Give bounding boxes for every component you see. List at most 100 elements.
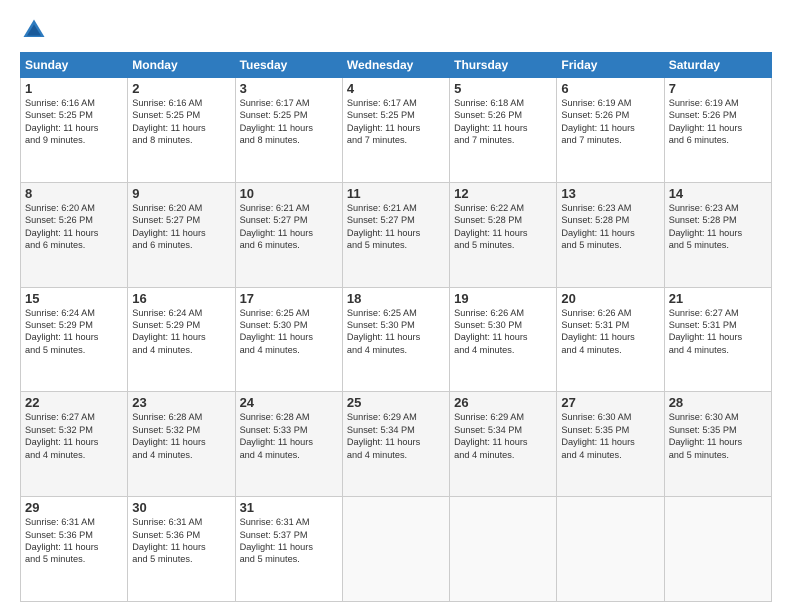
cell-info: Sunrise: 6:17 AM Sunset: 5:25 PM Dayligh…: [347, 97, 445, 147]
day-number: 4: [347, 81, 445, 96]
day-number: 16: [132, 291, 230, 306]
day-number: 9: [132, 186, 230, 201]
page: SundayMondayTuesdayWednesdayThursdayFrid…: [0, 0, 792, 612]
cell-info: Sunrise: 6:29 AM Sunset: 5:34 PM Dayligh…: [347, 411, 445, 461]
calendar-cell: 30 Sunrise: 6:31 AM Sunset: 5:36 PM Dayl…: [128, 497, 235, 602]
calendar-cell: 16 Sunrise: 6:24 AM Sunset: 5:29 PM Dayl…: [128, 287, 235, 392]
calendar-cell: 15 Sunrise: 6:24 AM Sunset: 5:29 PM Dayl…: [21, 287, 128, 392]
calendar-cell: 1 Sunrise: 6:16 AM Sunset: 5:25 PM Dayli…: [21, 78, 128, 183]
calendar-header-thursday: Thursday: [450, 53, 557, 78]
cell-info: Sunrise: 6:27 AM Sunset: 5:31 PM Dayligh…: [669, 307, 767, 357]
day-number: 14: [669, 186, 767, 201]
calendar-cell: 14 Sunrise: 6:23 AM Sunset: 5:28 PM Dayl…: [664, 182, 771, 287]
cell-info: Sunrise: 6:30 AM Sunset: 5:35 PM Dayligh…: [669, 411, 767, 461]
calendar-week-5: 29 Sunrise: 6:31 AM Sunset: 5:36 PM Dayl…: [21, 497, 772, 602]
cell-info: Sunrise: 6:16 AM Sunset: 5:25 PM Dayligh…: [25, 97, 123, 147]
day-number: 26: [454, 395, 552, 410]
calendar-table: SundayMondayTuesdayWednesdayThursdayFrid…: [20, 52, 772, 602]
day-number: 21: [669, 291, 767, 306]
day-number: 28: [669, 395, 767, 410]
calendar-cell: 18 Sunrise: 6:25 AM Sunset: 5:30 PM Dayl…: [342, 287, 449, 392]
day-number: 7: [669, 81, 767, 96]
calendar-cell: 25 Sunrise: 6:29 AM Sunset: 5:34 PM Dayl…: [342, 392, 449, 497]
cell-info: Sunrise: 6:20 AM Sunset: 5:26 PM Dayligh…: [25, 202, 123, 252]
calendar-cell: 23 Sunrise: 6:28 AM Sunset: 5:32 PM Dayl…: [128, 392, 235, 497]
day-number: 18: [347, 291, 445, 306]
calendar-cell: 5 Sunrise: 6:18 AM Sunset: 5:26 PM Dayli…: [450, 78, 557, 183]
cell-info: Sunrise: 6:19 AM Sunset: 5:26 PM Dayligh…: [561, 97, 659, 147]
day-number: 20: [561, 291, 659, 306]
day-number: 10: [240, 186, 338, 201]
cell-info: Sunrise: 6:31 AM Sunset: 5:36 PM Dayligh…: [132, 516, 230, 566]
calendar-cell: 26 Sunrise: 6:29 AM Sunset: 5:34 PM Dayl…: [450, 392, 557, 497]
cell-info: Sunrise: 6:26 AM Sunset: 5:30 PM Dayligh…: [454, 307, 552, 357]
cell-info: Sunrise: 6:27 AM Sunset: 5:32 PM Dayligh…: [25, 411, 123, 461]
cell-info: Sunrise: 6:18 AM Sunset: 5:26 PM Dayligh…: [454, 97, 552, 147]
calendar-header-tuesday: Tuesday: [235, 53, 342, 78]
cell-info: Sunrise: 6:31 AM Sunset: 5:36 PM Dayligh…: [25, 516, 123, 566]
day-number: 3: [240, 81, 338, 96]
cell-info: Sunrise: 6:29 AM Sunset: 5:34 PM Dayligh…: [454, 411, 552, 461]
calendar-body: 1 Sunrise: 6:16 AM Sunset: 5:25 PM Dayli…: [21, 78, 772, 602]
cell-info: Sunrise: 6:30 AM Sunset: 5:35 PM Dayligh…: [561, 411, 659, 461]
calendar-cell: 27 Sunrise: 6:30 AM Sunset: 5:35 PM Dayl…: [557, 392, 664, 497]
cell-info: Sunrise: 6:25 AM Sunset: 5:30 PM Dayligh…: [240, 307, 338, 357]
day-number: 11: [347, 186, 445, 201]
calendar-cell: 4 Sunrise: 6:17 AM Sunset: 5:25 PM Dayli…: [342, 78, 449, 183]
day-number: 2: [132, 81, 230, 96]
day-number: 19: [454, 291, 552, 306]
calendar-cell: 21 Sunrise: 6:27 AM Sunset: 5:31 PM Dayl…: [664, 287, 771, 392]
cell-info: Sunrise: 6:21 AM Sunset: 5:27 PM Dayligh…: [347, 202, 445, 252]
cell-info: Sunrise: 6:17 AM Sunset: 5:25 PM Dayligh…: [240, 97, 338, 147]
day-number: 1: [25, 81, 123, 96]
cell-info: Sunrise: 6:24 AM Sunset: 5:29 PM Dayligh…: [132, 307, 230, 357]
calendar-cell: 3 Sunrise: 6:17 AM Sunset: 5:25 PM Dayli…: [235, 78, 342, 183]
day-number: 30: [132, 500, 230, 515]
calendar-cell: 22 Sunrise: 6:27 AM Sunset: 5:32 PM Dayl…: [21, 392, 128, 497]
calendar-cell: [342, 497, 449, 602]
calendar-cell: 28 Sunrise: 6:30 AM Sunset: 5:35 PM Dayl…: [664, 392, 771, 497]
calendar-week-2: 8 Sunrise: 6:20 AM Sunset: 5:26 PM Dayli…: [21, 182, 772, 287]
day-number: 15: [25, 291, 123, 306]
cell-info: Sunrise: 6:25 AM Sunset: 5:30 PM Dayligh…: [347, 307, 445, 357]
calendar-header-sunday: Sunday: [21, 53, 128, 78]
cell-info: Sunrise: 6:23 AM Sunset: 5:28 PM Dayligh…: [561, 202, 659, 252]
day-number: 6: [561, 81, 659, 96]
calendar-cell: [664, 497, 771, 602]
day-number: 25: [347, 395, 445, 410]
calendar-week-3: 15 Sunrise: 6:24 AM Sunset: 5:29 PM Dayl…: [21, 287, 772, 392]
header: [20, 16, 772, 44]
cell-info: Sunrise: 6:23 AM Sunset: 5:28 PM Dayligh…: [669, 202, 767, 252]
day-number: 31: [240, 500, 338, 515]
calendar-cell: 7 Sunrise: 6:19 AM Sunset: 5:26 PM Dayli…: [664, 78, 771, 183]
calendar-week-1: 1 Sunrise: 6:16 AM Sunset: 5:25 PM Dayli…: [21, 78, 772, 183]
logo: [20, 16, 52, 44]
calendar-cell: 9 Sunrise: 6:20 AM Sunset: 5:27 PM Dayli…: [128, 182, 235, 287]
calendar-header-friday: Friday: [557, 53, 664, 78]
day-number: 8: [25, 186, 123, 201]
logo-icon: [20, 16, 48, 44]
calendar-cell: [450, 497, 557, 602]
calendar-cell: 17 Sunrise: 6:25 AM Sunset: 5:30 PM Dayl…: [235, 287, 342, 392]
calendar-header-monday: Monday: [128, 53, 235, 78]
calendar-cell: 2 Sunrise: 6:16 AM Sunset: 5:25 PM Dayli…: [128, 78, 235, 183]
calendar-cell: 19 Sunrise: 6:26 AM Sunset: 5:30 PM Dayl…: [450, 287, 557, 392]
day-number: 24: [240, 395, 338, 410]
calendar-week-4: 22 Sunrise: 6:27 AM Sunset: 5:32 PM Dayl…: [21, 392, 772, 497]
day-number: 12: [454, 186, 552, 201]
day-number: 13: [561, 186, 659, 201]
cell-info: Sunrise: 6:21 AM Sunset: 5:27 PM Dayligh…: [240, 202, 338, 252]
cell-info: Sunrise: 6:28 AM Sunset: 5:32 PM Dayligh…: [132, 411, 230, 461]
day-number: 22: [25, 395, 123, 410]
calendar-cell: 11 Sunrise: 6:21 AM Sunset: 5:27 PM Dayl…: [342, 182, 449, 287]
calendar-cell: 12 Sunrise: 6:22 AM Sunset: 5:28 PM Dayl…: [450, 182, 557, 287]
cell-info: Sunrise: 6:26 AM Sunset: 5:31 PM Dayligh…: [561, 307, 659, 357]
calendar-header-saturday: Saturday: [664, 53, 771, 78]
day-number: 23: [132, 395, 230, 410]
calendar-cell: 29 Sunrise: 6:31 AM Sunset: 5:36 PM Dayl…: [21, 497, 128, 602]
cell-info: Sunrise: 6:22 AM Sunset: 5:28 PM Dayligh…: [454, 202, 552, 252]
calendar-cell: 24 Sunrise: 6:28 AM Sunset: 5:33 PM Dayl…: [235, 392, 342, 497]
calendar-cell: 31 Sunrise: 6:31 AM Sunset: 5:37 PM Dayl…: [235, 497, 342, 602]
day-number: 17: [240, 291, 338, 306]
calendar-cell: 6 Sunrise: 6:19 AM Sunset: 5:26 PM Dayli…: [557, 78, 664, 183]
